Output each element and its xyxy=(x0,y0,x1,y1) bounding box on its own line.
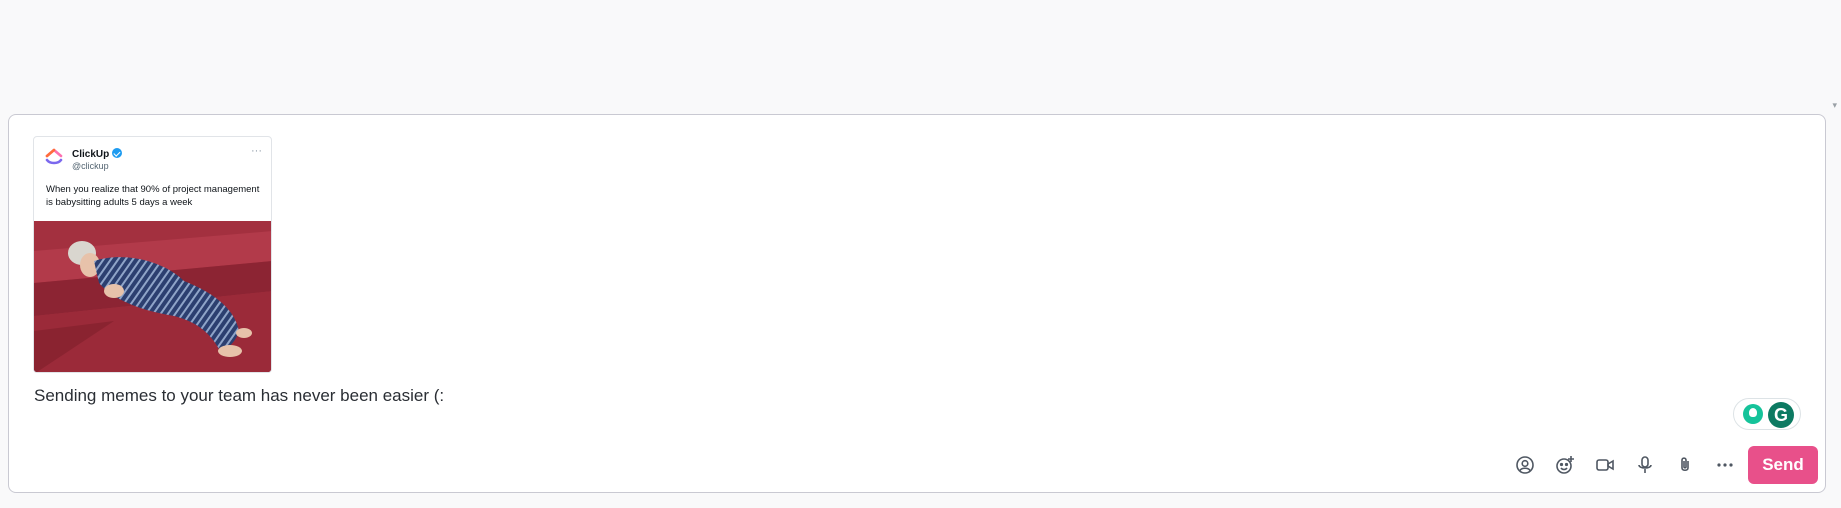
more-icon[interactable] xyxy=(1711,451,1739,479)
more-options-icon[interactable]: ··· xyxy=(251,145,262,157)
grammarly-widget[interactable]: G xyxy=(1733,398,1801,430)
tweet-meme-image xyxy=(34,221,271,372)
meme-photo xyxy=(34,221,271,372)
mention-icon[interactable] xyxy=(1511,451,1539,479)
tweet-header: ClickUp @clickup ··· When you realize th… xyxy=(34,137,271,221)
tweet-handle: @clickup xyxy=(72,161,109,171)
grammarly-suggestion-icon[interactable] xyxy=(1743,404,1763,424)
tweet-embed-card[interactable]: ClickUp @clickup ··· When you realize th… xyxy=(33,136,272,373)
paperclip-icon[interactable] xyxy=(1671,451,1699,479)
grammarly-logo-icon[interactable]: G xyxy=(1768,402,1794,428)
message-text[interactable]: Sending memes to your team has never bee… xyxy=(34,386,444,406)
verified-badge-icon xyxy=(112,148,123,158)
scroll-down-caret[interactable]: ▾ xyxy=(1832,100,1837,111)
tweet-text: When you realize that 90% of project man… xyxy=(46,184,260,208)
video-icon[interactable] xyxy=(1591,451,1619,479)
emoji-add-icon[interactable] xyxy=(1551,451,1579,479)
clickup-logo-icon xyxy=(45,148,63,165)
send-button[interactable]: Send xyxy=(1748,446,1818,484)
tweet-author-label: ClickUp xyxy=(72,149,110,160)
microphone-icon[interactable] xyxy=(1631,451,1659,479)
tweet-author-name: ClickUp xyxy=(72,148,123,160)
message-composer[interactable]: ClickUp @clickup ··· When you realize th… xyxy=(8,114,1826,493)
